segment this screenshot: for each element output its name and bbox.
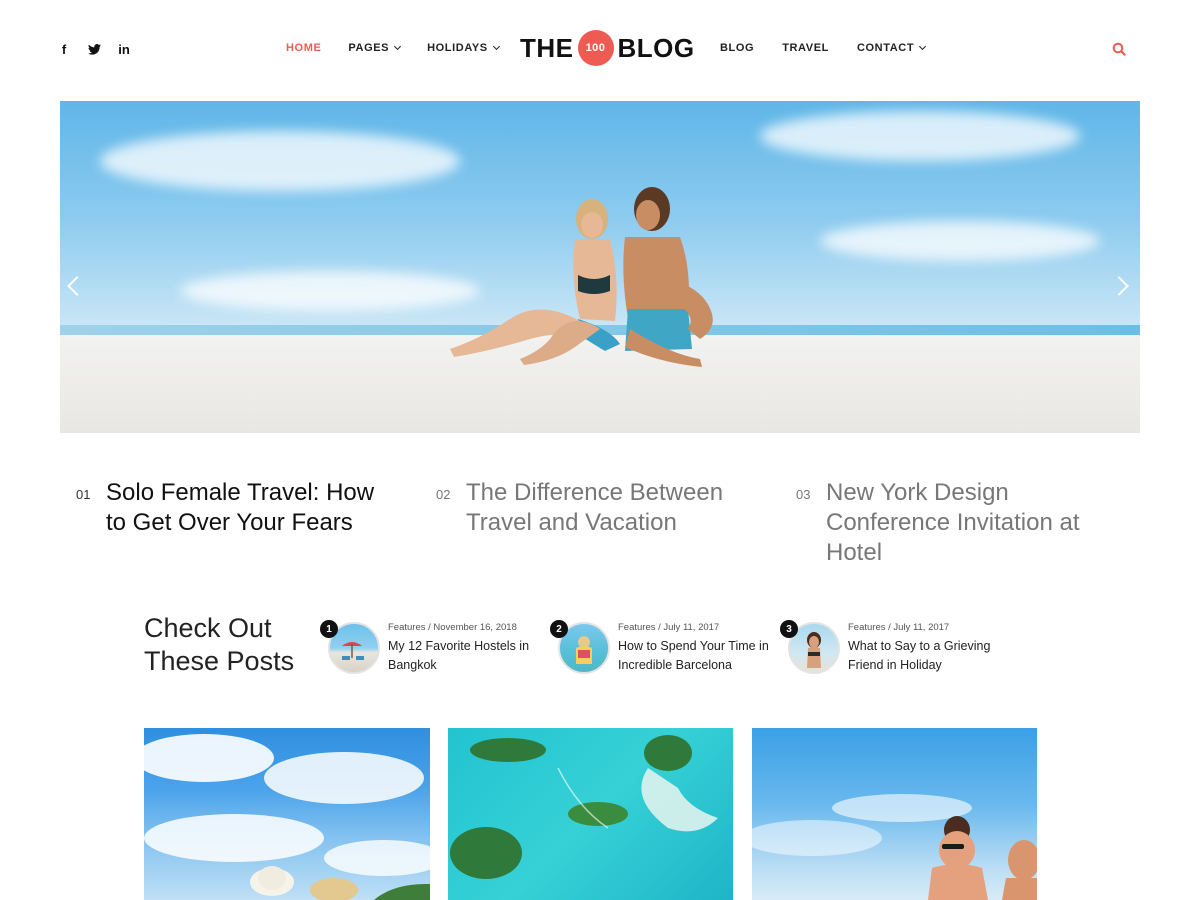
post-title: My 12 Favorite Hostels in Bangkok (388, 639, 530, 672)
sky-cloud (820, 221, 1100, 261)
post-card-2[interactable] (448, 728, 733, 900)
post-card-3[interactable] (752, 728, 1037, 900)
sky-cloud (760, 111, 1080, 161)
featured-post-1[interactable]: 01 Solo Female Travel: How to Get Over Y… (76, 478, 396, 538)
post-card-1[interactable] (144, 728, 430, 900)
nav-home[interactable]: HOME (286, 42, 321, 54)
featured-title: New York Design Conference Invitation at… (826, 479, 1080, 566)
facebook-icon[interactable]: f (56, 40, 72, 58)
featured-title: Solo Female Travel: How to Get Over Your… (106, 479, 375, 536)
rank-badge: 1 (320, 620, 338, 638)
hero-slider[interactable] (60, 101, 1140, 433)
chevron-down-icon (492, 42, 500, 51)
featured-number: 03 (796, 487, 811, 502)
site-logo[interactable]: THE 100 BLOG (520, 30, 695, 66)
twitter-icon[interactable] (86, 40, 102, 58)
post-title: How to Spend Your Time in Incredible Bar… (618, 639, 769, 672)
featured-number: 02 (436, 487, 451, 502)
nav-contact[interactable]: CONTACT (857, 42, 927, 54)
card-image (752, 794, 1037, 900)
logo-badge: 100 (577, 30, 614, 66)
social-links: f in (56, 40, 132, 58)
rank-badge: 3 (780, 620, 798, 638)
nav-holidays[interactable]: HOLIDAYS (427, 42, 500, 54)
featured-post-2[interactable]: 02 The Difference Between Travel and Vac… (436, 478, 756, 538)
chevron-down-icon (394, 42, 402, 51)
hero-couple-image (450, 187, 713, 367)
rank-badge: 2 (550, 620, 568, 638)
primary-nav-right: BLOG TRAVEL CONTACT (720, 42, 927, 54)
linkedin-icon[interactable]: in (116, 40, 132, 58)
mini-post-1[interactable]: 1 Features / November 16, 2018 My 12 Fav… (320, 620, 548, 682)
primary-nav-left: HOME PAGES HOLIDAYS (286, 42, 500, 54)
nav-blog[interactable]: BLOG (720, 42, 754, 54)
post-meta: Features / November 16, 2018 (388, 622, 517, 633)
post-meta: Features / July 11, 2017 (848, 622, 950, 633)
slider-prev-arrow[interactable] (67, 276, 87, 296)
card-image (144, 734, 430, 900)
card-image (450, 735, 718, 879)
section-heading: Check Out These Posts (144, 613, 295, 676)
search-icon[interactable] (1112, 42, 1128, 58)
chevron-down-icon (919, 42, 927, 51)
nav-pages[interactable]: PAGES (348, 42, 402, 54)
slider-next-arrow[interactable] (1109, 276, 1129, 296)
site-header: f in HOME PAGES HOLIDAYS THE 100 BLOG BL… (0, 0, 1200, 100)
mini-post-3[interactable]: 3 Features / July 11, 2017 What to Say t… (780, 620, 1008, 682)
post-title: What to Say to a Grieving Friend in Holi… (848, 639, 991, 672)
featured-post-3[interactable]: 03 New York Design Conference Invitation… (796, 478, 1106, 568)
featured-title: The Difference Between Travel and Vacati… (466, 479, 724, 536)
featured-number: 01 (76, 487, 91, 502)
post-meta: Features / July 11, 2017 (618, 622, 720, 633)
mini-post-2[interactable]: 2 Features / July 11, 2017 How to Spend … (550, 620, 778, 682)
nav-travel[interactable]: TRAVEL (782, 42, 829, 54)
